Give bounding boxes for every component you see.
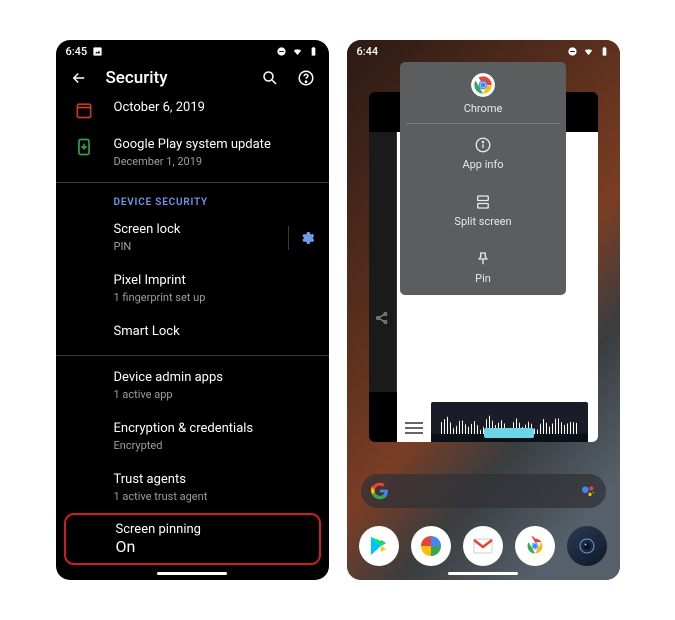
- row-encryption-credentials[interactable]: Encryption & credentials Encrypted: [114, 411, 329, 462]
- row-play-system-update[interactable]: Google Play system update December 1, 20…: [114, 127, 329, 178]
- row-primary: Screen pinning: [116, 522, 309, 537]
- help-icon[interactable]: [297, 69, 315, 87]
- share-icon[interactable]: [374, 310, 390, 326]
- row-device-admin-apps[interactable]: Device admin apps 1 active app: [114, 360, 329, 411]
- recents-prev-card-sliver[interactable]: [369, 132, 397, 392]
- home-indicator[interactable]: [157, 572, 227, 575]
- row-primary: Smart Lock: [114, 324, 315, 341]
- phone-settings: 6:45 Security: [56, 40, 329, 580]
- row-primary: October 6, 2019: [114, 100, 315, 117]
- menu-item-split-screen[interactable]: Split screen: [400, 181, 566, 238]
- row-primary: Screen lock: [114, 222, 315, 239]
- hamburger-icon: [405, 432, 423, 434]
- dock-gmail-icon[interactable]: [463, 526, 503, 566]
- menu-item-label: Pin: [475, 272, 491, 285]
- battery-icon: [308, 46, 319, 57]
- wifi-icon: [583, 46, 594, 57]
- status-time: 6:44: [357, 45, 379, 58]
- assistant-icon[interactable]: [580, 483, 596, 499]
- divider: [56, 355, 329, 356]
- row-primary: Google Play system update: [114, 137, 315, 154]
- dnd-icon: [276, 46, 287, 57]
- google-logo-icon: [371, 482, 389, 500]
- row-security-date[interactable]: October 6, 2019: [114, 90, 329, 127]
- row-trust-agents[interactable]: Trust agents 1 active trust agent: [114, 462, 329, 513]
- section-header-device-security: DEVICE SECURITY: [114, 187, 329, 212]
- row-screen-pinning-highlighted[interactable]: Screen pinning On: [64, 513, 321, 565]
- status-time: 6:45: [66, 45, 88, 58]
- wifi-icon: [292, 46, 303, 57]
- search-icon[interactable]: [261, 69, 279, 87]
- vertical-divider: [288, 226, 289, 250]
- thumbnail-button-graphic: [484, 428, 534, 438]
- back-icon[interactable]: [70, 69, 88, 87]
- dock-play-store-icon[interactable]: [359, 526, 399, 566]
- battery-icon: [599, 46, 610, 57]
- row-primary: Pixel Imprint: [114, 273, 315, 290]
- row-pixel-imprint[interactable]: Pixel Imprint 1 fingerprint set up: [114, 263, 329, 314]
- home-indicator[interactable]: [448, 572, 518, 575]
- page-title: Security: [106, 68, 243, 88]
- calendar-alert-icon: [74, 100, 94, 120]
- row-secondary: On: [116, 537, 309, 556]
- search-bar[interactable]: [361, 474, 606, 508]
- menu-header[interactable]: Chrome: [400, 62, 566, 123]
- dock-camera-icon[interactable]: [567, 526, 607, 566]
- phone-launcher: 6:44: [347, 40, 620, 580]
- dock-chrome-icon[interactable]: [515, 526, 555, 566]
- dock: [347, 526, 620, 566]
- picture-icon: [92, 46, 103, 57]
- row-secondary: Encrypted: [114, 439, 315, 452]
- info-icon: [474, 136, 492, 154]
- split-screen-icon: [474, 193, 492, 211]
- row-primary: Device admin apps: [114, 370, 315, 387]
- row-screen-lock[interactable]: Screen lock PIN: [114, 212, 329, 263]
- row-secondary: 1 active app: [114, 388, 315, 401]
- row-secondary: December 1, 2019: [114, 155, 315, 168]
- thumbnail-image: STRIP SILENCE: [431, 402, 588, 442]
- row-smart-lock[interactable]: Smart Lock: [114, 314, 329, 351]
- menu-item-label: App info: [462, 158, 503, 171]
- gear-icon[interactable]: [299, 230, 315, 246]
- row-secondary: 1 fingerprint set up: [114, 291, 315, 304]
- settings-list: October 6, 2019 Google Play system updat…: [56, 90, 329, 513]
- menu-item-app-info[interactable]: App info: [400, 124, 566, 181]
- row-primary: Trust agents: [114, 472, 315, 489]
- pin-icon: [474, 250, 492, 268]
- app-bar: Security: [56, 62, 329, 90]
- row-secondary: 1 active trust agent: [114, 490, 315, 503]
- menu-item-pin[interactable]: Pin: [400, 238, 566, 295]
- system-update-icon: [74, 137, 94, 157]
- menu-app-name: Chrome: [464, 102, 503, 115]
- chrome-icon: [470, 72, 496, 98]
- dock-photos-icon[interactable]: [411, 526, 451, 566]
- dnd-icon: [567, 46, 578, 57]
- status-bar: 6:45: [56, 40, 329, 62]
- menu-item-label: Split screen: [454, 215, 511, 228]
- row-primary: Encryption & credentials: [114, 421, 315, 438]
- divider: [56, 182, 329, 183]
- row-secondary: PIN: [114, 240, 315, 253]
- recents-context-menu: Chrome App info Split screen Pin: [400, 62, 566, 295]
- row-trailing: [288, 226, 315, 250]
- status-bar: 6:44: [347, 40, 620, 62]
